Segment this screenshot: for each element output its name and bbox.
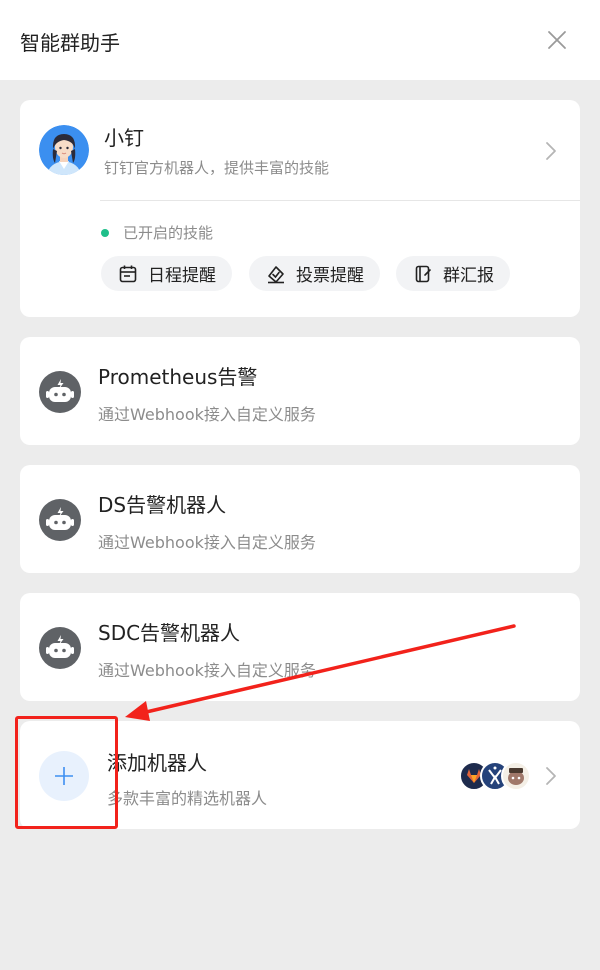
- skill-label: 日程提醒: [148, 266, 216, 286]
- add-bot-title: 添加机器人: [107, 751, 207, 775]
- mascot-avatar: [501, 761, 531, 791]
- status-dot: [101, 228, 109, 237]
- skill-chip-vote[interactable]: 投票提醒: [249, 256, 380, 291]
- add-bot-button[interactable]: [39, 751, 89, 801]
- bot-description: 钉钉官方机器人，提供丰富的技能: [104, 159, 330, 177]
- close-button[interactable]: [543, 26, 571, 54]
- skill-label: 投票提醒: [296, 266, 364, 286]
- skill-chip-report[interactable]: 群汇报: [396, 256, 510, 291]
- robot-icon: [39, 627, 81, 669]
- bot-description: 通过Webhook接入自定义服务: [98, 661, 316, 680]
- bot-card-sdc[interactable]: SDC告警机器人 通过Webhook接入自定义服务: [20, 593, 580, 701]
- bot-description: 通过Webhook接入自定义服务: [98, 405, 316, 424]
- chevron-right-icon[interactable]: [543, 139, 559, 163]
- add-bot-description: 多款丰富的精选机器人: [107, 789, 268, 808]
- bot-name: SDC告警机器人: [98, 621, 241, 645]
- divider: [100, 200, 580, 201]
- close-icon: [548, 31, 566, 49]
- plus-icon: [55, 767, 73, 785]
- robot-icon: [39, 499, 81, 541]
- calendar-icon: [119, 265, 137, 282]
- bot-name: Prometheus告警: [98, 365, 258, 389]
- main-bot-card: 小钉 钉钉官方机器人，提供丰富的技能 已开启的技能 日程提醒 投票提醒 群汇报: [20, 100, 580, 317]
- skill-label: 群汇报: [443, 266, 494, 286]
- page-title: 智能群助手: [20, 31, 120, 55]
- skill-chip-schedule[interactable]: 日程提醒: [101, 256, 232, 291]
- bot-description: 通过Webhook接入自定义服务: [98, 533, 316, 552]
- report-icon: [415, 265, 431, 282]
- header-bar: 智能群助手: [0, 0, 600, 80]
- chevron-right-icon[interactable]: [543, 764, 559, 788]
- bot-avatar[interactable]: [39, 125, 89, 175]
- bot-card-ds[interactable]: DS告警机器人 通过Webhook接入自定义服务: [20, 465, 580, 573]
- skills-status: 已开启的技能: [101, 222, 213, 243]
- bot-name: DS告警机器人: [98, 493, 227, 517]
- skills-status-label: 已开启的技能: [123, 224, 214, 242]
- add-bot-card[interactable]: 添加机器人 多款丰富的精选机器人: [20, 721, 580, 829]
- bot-card-prometheus[interactable]: Prometheus告警 通过Webhook接入自定义服务: [20, 337, 580, 445]
- robot-icon: [39, 371, 81, 413]
- bot-name: 小钉: [104, 126, 144, 150]
- vote-icon: [268, 265, 284, 283]
